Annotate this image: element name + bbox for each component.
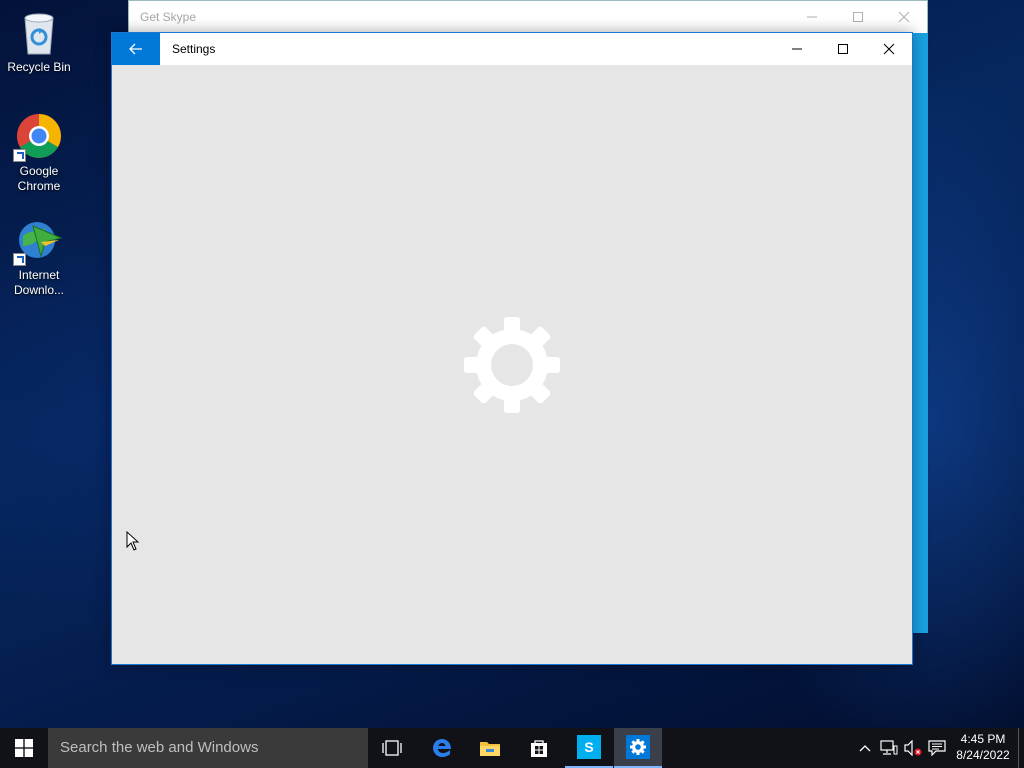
edge-icon [433, 739, 451, 757]
title-bar[interactable]: Settings [112, 33, 912, 65]
file-explorer-icon [480, 742, 500, 756]
desktop-icon-internet-download-manager[interactable]: Internet Downlo... [2, 216, 76, 298]
mouse-cursor-icon [126, 530, 140, 556]
window-title: Settings [172, 42, 216, 56]
close-icon [883, 43, 895, 55]
taskbar-clock[interactable]: 4:45 PM 8/24/2022 [950, 731, 1016, 763]
edge-button[interactable] [418, 728, 466, 768]
maximize-button[interactable] [820, 33, 866, 65]
clock-date: 8/24/2022 [956, 748, 1010, 762]
desktop-icon-label: Internet Downlo... [13, 268, 65, 297]
minimize-icon [807, 16, 817, 18]
search-box[interactable]: Search the web and Windows [48, 728, 368, 768]
skype-icon: S [577, 735, 601, 759]
minimize-icon [792, 48, 802, 50]
window-accent-edge [912, 33, 928, 633]
minimize-button[interactable] [789, 1, 835, 33]
task-view-icon [382, 740, 402, 756]
close-icon [898, 11, 910, 23]
windows-logo-icon [15, 739, 33, 757]
clock-time: 4:45 PM [960, 732, 1006, 746]
network-button[interactable] [878, 728, 900, 768]
settings-icon [626, 735, 650, 759]
store-icon [531, 740, 547, 757]
chrome-icon [13, 112, 63, 162]
settings-taskbar-button[interactable] [614, 728, 662, 768]
taskbar: Search the web and Windows S 4:45 PM 8/2… [0, 728, 1024, 768]
window-title: Get Skype [140, 10, 197, 24]
svg-text:S: S [584, 739, 593, 755]
chevron-up-icon [859, 745, 871, 752]
back-button[interactable] [112, 33, 160, 65]
action-center-button[interactable] [926, 728, 948, 768]
maximize-icon [853, 12, 863, 22]
close-button[interactable] [866, 33, 912, 65]
volume-muted-icon [904, 740, 922, 756]
task-view-button[interactable] [368, 728, 416, 768]
maximize-button[interactable] [835, 1, 881, 33]
maximize-icon [838, 44, 848, 54]
show-hidden-icons-button[interactable] [856, 728, 874, 768]
network-icon [880, 740, 898, 755]
volume-button[interactable] [902, 728, 924, 768]
show-desktop-button[interactable] [1018, 728, 1024, 768]
desktop-icon-label: Google Chrome [17, 164, 61, 193]
skype-button[interactable]: S [565, 728, 613, 768]
close-button[interactable] [881, 1, 927, 33]
minimize-button[interactable] [774, 33, 820, 65]
action-center-icon [928, 740, 946, 756]
shortcut-arrow-icon [13, 253, 26, 266]
title-bar[interactable]: Get Skype [129, 1, 927, 33]
desktop-icon-chrome[interactable]: Google Chrome [2, 112, 76, 194]
start-button[interactable] [0, 728, 48, 768]
file-explorer-button[interactable] [466, 728, 514, 768]
search-placeholder: Search the web and Windows [60, 739, 259, 756]
gear-icon [462, 315, 562, 415]
settings-window[interactable]: Settings [111, 32, 913, 665]
shortcut-arrow-icon [13, 149, 26, 162]
desktop-icon-label: Recycle Bin [7, 60, 71, 74]
internet-download-manager-icon [13, 216, 63, 266]
recycle-bin-icon [15, 8, 63, 56]
store-button[interactable] [515, 728, 563, 768]
desktop-icon-recycle-bin[interactable]: Recycle Bin [2, 8, 76, 75]
back-arrow-icon [129, 43, 142, 55]
